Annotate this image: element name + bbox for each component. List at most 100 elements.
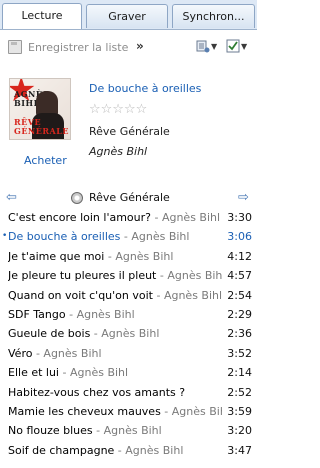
track-title: Mamie les cheveux mauves [8,404,161,418]
track-row[interactable]: No flouze blues - Agnès Bihl 3:20 [0,421,257,440]
track-title: Gueule de bois [8,327,91,341]
track-title: Je t'aime que moi [8,249,105,263]
track-artist: Agnès Bihl [76,307,135,321]
track-row[interactable]: • De bouche à oreilles - Agnès Bihl 3:06 [0,227,257,246]
track-separator: - [160,404,172,418]
save-disk-icon [8,40,22,54]
track-name: Quand on voit c'qu'on voit - Agnès Bihl [8,286,222,305]
track-duration: 4:57 [227,269,252,283]
playlist-options-button[interactable]: ▼ [196,38,217,54]
track-row[interactable]: SDF Tango - Agnès Bihl 2:29 [0,305,257,324]
track-row[interactable]: Véro - Agnès Bihl 3:52 [0,344,257,363]
track-duration: 3:52 [227,346,252,360]
track-duration: 3:06 [227,230,252,244]
save-list-button[interactable]: Enregistrer la liste [8,39,128,55]
track-duration: 3:59 [227,404,252,418]
track-row[interactable]: Je pleure tu pleures il pleut - Agnès Bi… [0,266,257,285]
track-duration: 2:29 [227,307,252,321]
track-name: No flouze blues - Agnès Bihl [8,421,222,440]
track-artist: Agnès Bihl [69,366,129,380]
list-view-options-button[interactable]: ▼ [226,38,247,54]
list-header: ⇦ Rêve Générale ⇨ [0,188,257,208]
track-title: Habitez-vous chez vos amants ? [8,385,186,399]
track-artist: Agnès Bihl [167,269,222,283]
track-name: Je pleure tu pleures il pleut - Agnès Bi… [8,266,222,285]
track-row[interactable]: Gueule de bois - Agnès Bihl 2:36 [0,324,257,343]
tab-lecture[interactable]: Lecture [2,3,82,29]
more-options-chevron-icon[interactable]: » [136,39,144,53]
track-artist: Agnès Bihl [103,424,162,438]
track-separator: - [104,249,116,263]
track-row[interactable]: Soif de champagne - Agnès Bihl 3:47 [0,441,257,460]
track-separator: - [59,366,70,380]
track-name: Mamie les cheveux mauves - Agnès Bihl [8,402,222,421]
save-list-label: Enregistrer la liste [28,40,129,54]
arrow-right-icon[interactable]: ⇨ [238,190,249,205]
track-row[interactable]: Elle et lui - Agnès Bihl 2:14 [0,363,257,382]
playlist-options-icon [196,40,210,53]
cd-icon [71,191,83,204]
track-duration: 3:30 [227,211,252,224]
track-title: C'est encore loin l'amour? [8,211,151,224]
track-duration: 3:20 [227,424,252,438]
track-title: Soif de champagne [8,443,115,457]
track-name: Je t'aime que moi - Agnès Bihl [8,247,222,266]
list-toolbar: Enregistrer la liste » ▼ ▼ [0,30,257,64]
track-separator: - [150,211,162,224]
track-name: Habitez-vous chez vos amants ? [8,383,222,402]
track-title: Quand on voit c'qu'on voit [8,288,153,302]
track-title: No flouze blues [8,424,93,438]
track-duration: 2:52 [227,385,252,399]
track-title: SDF Tango [8,307,66,321]
now-playing-panel: ★ AGNÈS BIHL RÊVE GÉNÉRALE Acheter De bo… [0,70,257,180]
track-title: De bouche à oreilles [8,230,121,244]
track-duration: 4:12 [227,249,252,263]
track-duration: 2:14 [227,366,252,380]
track-row[interactable]: Quand on voit c'qu'on voit - Agnès Bihl 2… [0,286,257,305]
checklist-icon [226,39,240,53]
track-row[interactable]: Je t'aime que moi - Agnès Bihl 4:12 [0,247,257,266]
track-duration: 2:36 [227,327,252,341]
arrow-left-icon[interactable]: ⇦ [6,190,17,205]
track-artist: Agnès Bihl [101,327,160,341]
list-title-label: Rêve Générale [89,191,170,204]
track-name: Véro - Agnès Bihl [8,344,222,363]
track-artist: Agnès Bihl [43,346,102,360]
now-playing-indicator-icon: • [2,231,8,242]
track-duration: 2:54 [227,288,252,302]
buy-link[interactable]: Acheter [24,154,67,167]
track-separator: - [156,269,168,283]
track-name: SDF Tango - Agnès Bihl [8,305,222,324]
tab-synchroniser[interactable]: Synchron... [172,4,255,28]
track-artist: Agnès Bihl [115,249,174,263]
now-playing-album: Rêve Générale [89,125,170,138]
track-title: Elle et lui [8,366,59,380]
tab-bar: Lecture Graver Synchron... [0,0,257,30]
track-row[interactable]: Mamie les cheveux mauves - Agnès Bihl 3:5… [0,402,257,421]
list-title: Rêve Générale [71,191,170,204]
cover-text: GÉNÉRALE [14,126,69,136]
track-name: Elle et lui - Agnès Bihl [8,363,222,382]
album-cover[interactable]: ★ AGNÈS BIHL RÊVE GÉNÉRALE [9,78,71,140]
now-playing-title-link[interactable]: De bouche à oreilles [89,82,201,95]
track-separator: - [152,288,164,302]
track-title: Je pleure tu pleures il pleut [8,269,157,283]
track-separator: - [90,327,102,341]
track-separator: - [32,346,44,360]
track-row[interactable]: C'est encore loin l'amour? - Agnès Bihl 3… [0,208,257,227]
track-separator: - [120,230,132,244]
track-separator: - [114,443,126,457]
chevron-down-icon: ▼ [211,41,218,51]
track-name: C'est encore loin l'amour? - Agnès Bihl [8,208,222,227]
track-row[interactable]: Habitez-vous chez vos amants ? 2:52 [0,383,257,402]
track-duration: 3:47 [227,443,252,457]
track-list: C'est encore loin l'amour? - Agnès Bihl 3… [0,208,257,460]
track-name: De bouche à oreilles - Agnès Bihl [8,227,222,246]
track-name: Gueule de bois - Agnès Bihl [8,324,222,343]
tab-graver[interactable]: Graver [86,4,168,28]
track-artist: Agnès Bihl [125,443,184,457]
track-separator: - [92,424,104,438]
rating-stars[interactable]: ☆☆☆☆☆ [89,103,147,116]
track-name: Soif de champagne - Agnès Bihl [8,441,222,460]
track-separator: - [65,307,77,321]
